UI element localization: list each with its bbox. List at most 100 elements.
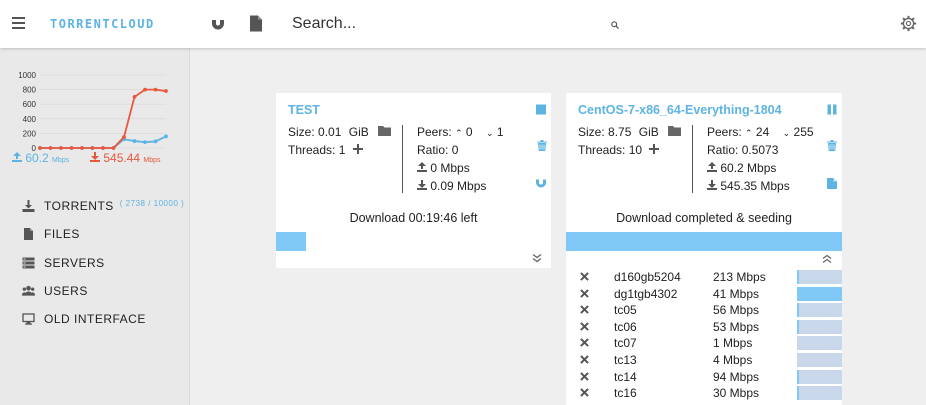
sidebar-item-files[interactable]: FILES — [22, 220, 184, 248]
close-icon[interactable] — [580, 355, 589, 364]
download-icon — [417, 180, 427, 190]
peers-down-value: 255 — [793, 125, 814, 139]
peer-name: tc06 — [614, 319, 637, 334]
peer-name: tc07 — [614, 336, 637, 351]
chevron-double-down-icon[interactable] — [532, 253, 542, 264]
peer-speed: 41 Mbps — [713, 286, 760, 301]
peer-speed-fill — [797, 270, 799, 284]
torrent-status: Download completed & seeding — [616, 211, 792, 225]
peer-speed-bar — [797, 386, 842, 401]
sidebar-item-servers[interactable]: SERVERS — [22, 249, 184, 277]
torrent-count-badge: ( 2738 / 10000 ) — [119, 198, 185, 208]
search-input[interactable] — [292, 10, 622, 38]
ratio-label: Ratio: — [417, 143, 449, 157]
peer-speed-fill — [797, 369, 799, 384]
folder-icon[interactable] — [668, 126, 682, 136]
close-icon[interactable] — [580, 388, 589, 397]
data-point — [164, 134, 168, 139]
file-icon[interactable] — [827, 178, 837, 189]
trash-icon[interactable] — [827, 140, 837, 151]
pause-icon[interactable] — [827, 104, 837, 115]
torrent-card[interactable]: TEST Size: 0.01 GiB Threads: 1 Peers: ⌃ … — [276, 93, 551, 268]
download-value: 0.09 Mbps — [430, 179, 487, 193]
sidebar-item-users[interactable]: USERS — [22, 277, 184, 305]
peer-row: tc05 56 Mbps — [566, 303, 843, 319]
download-icon — [707, 180, 717, 190]
close-icon[interactable] — [580, 288, 589, 298]
download-speed-value: 545.44 — [103, 151, 141, 165]
torrent-peers: Peers: ⌃ 0 ⌄ 1 — [417, 125, 504, 139]
sidebar-item-old-interface[interactable]: OLD INTERFACE — [22, 305, 184, 333]
close-icon[interactable] — [580, 305, 589, 314]
data-point — [69, 146, 74, 150]
size-value: 8.75 — [608, 125, 632, 139]
plus-icon[interactable] — [649, 144, 660, 154]
plus-icon[interactable] — [352, 144, 363, 154]
data-point — [132, 139, 137, 143]
peer-name: tc14 — [614, 369, 637, 384]
sidebar-item-label: USERS — [44, 284, 88, 299]
peer-speed-bar — [797, 286, 842, 301]
y-tick-label: 800 — [23, 86, 37, 95]
peer-name: d160gb5204 — [614, 270, 681, 284]
data-point — [101, 146, 105, 150]
file-icon[interactable] — [248, 15, 264, 32]
peer-speed: 30 Mbps — [713, 386, 760, 401]
menu-icon[interactable] — [12, 17, 25, 29]
server-icon — [22, 257, 35, 269]
divider — [402, 125, 403, 193]
magnet-icon[interactable] — [536, 177, 546, 188]
torrent-upload: 0 Mbps — [417, 161, 470, 175]
data-point — [143, 140, 147, 145]
close-icon[interactable] — [580, 272, 589, 281]
upload-speed: 60.2 Mbps — [12, 151, 69, 165]
threads-label: Threads: — [578, 143, 626, 157]
ratio-value: 0 — [451, 143, 459, 157]
folder-icon[interactable] — [378, 126, 392, 136]
torrent-title[interactable]: CentOS-7-x86_64-Everything-1804 — [578, 103, 782, 117]
upload-speed-unit: Mbps — [52, 157, 70, 164]
torrent-card[interactable]: CentOS-7-x86_64-Everything-1804 Size: 8.… — [566, 93, 842, 405]
magnet-icon[interactable] — [210, 15, 226, 32]
progress-bar — [276, 232, 307, 251]
size-label: Size: — [288, 125, 315, 139]
download-speed-unit: Mbps — [143, 157, 161, 164]
gear-icon[interactable] — [900, 15, 917, 32]
stop-icon[interactable] — [536, 104, 546, 115]
upload-value: 0 Mbps — [430, 161, 470, 175]
data-point — [153, 139, 158, 144]
sidebar-nav: TORRENTS ( 2738 / 10000 ) FILES SERVERS … — [22, 192, 184, 333]
threads-value: 1 — [338, 143, 346, 157]
ratio-label: Ratio: — [707, 143, 739, 157]
peers-label: Peers: — [707, 125, 742, 139]
sidebar-item-torrents[interactable]: TORRENTS ( 2738 / 10000 ) — [22, 192, 184, 220]
torrent-peers: Peers: ⌃ 24 ⌄ 255 — [707, 125, 814, 139]
chevron-double-up-icon[interactable] — [822, 253, 832, 264]
torrent-title[interactable]: TEST — [288, 103, 320, 117]
speed-chart: 1000 800 600 400 200 0 — [18, 71, 168, 151]
download-value: 545.35 Mbps — [720, 179, 790, 193]
size-value: 0.01 — [318, 125, 342, 139]
trash-icon[interactable] — [537, 140, 547, 151]
app-logo[interactable]: TORRENTCLOUD — [50, 17, 155, 31]
torrent-download: 545.35 Mbps — [707, 179, 790, 193]
data-point — [59, 146, 63, 150]
upload-icon — [707, 162, 717, 172]
download-tray-icon — [22, 200, 35, 213]
users-icon — [22, 285, 35, 296]
peer-speed-bar — [797, 353, 842, 367]
threads-label: Threads: — [288, 143, 336, 157]
close-icon[interactable] — [580, 371, 589, 381]
torrent-size: Size: 8.75 GiB — [578, 125, 682, 139]
close-icon[interactable] — [580, 338, 589, 348]
y-tick-label: 600 — [23, 100, 37, 109]
peer-speed-bar — [797, 336, 842, 351]
search-icon[interactable] — [611, 21, 619, 29]
peer-speed-bar — [797, 303, 842, 318]
close-icon[interactable] — [580, 321, 589, 331]
data-point — [38, 146, 42, 150]
peer-row: tc07 1 Mbps — [566, 336, 843, 352]
peer-row: dg1tgb4302 41 Mbps — [566, 286, 843, 303]
peer-speed: 1 Mbps — [713, 336, 753, 351]
peer-name: tc13 — [614, 353, 637, 367]
